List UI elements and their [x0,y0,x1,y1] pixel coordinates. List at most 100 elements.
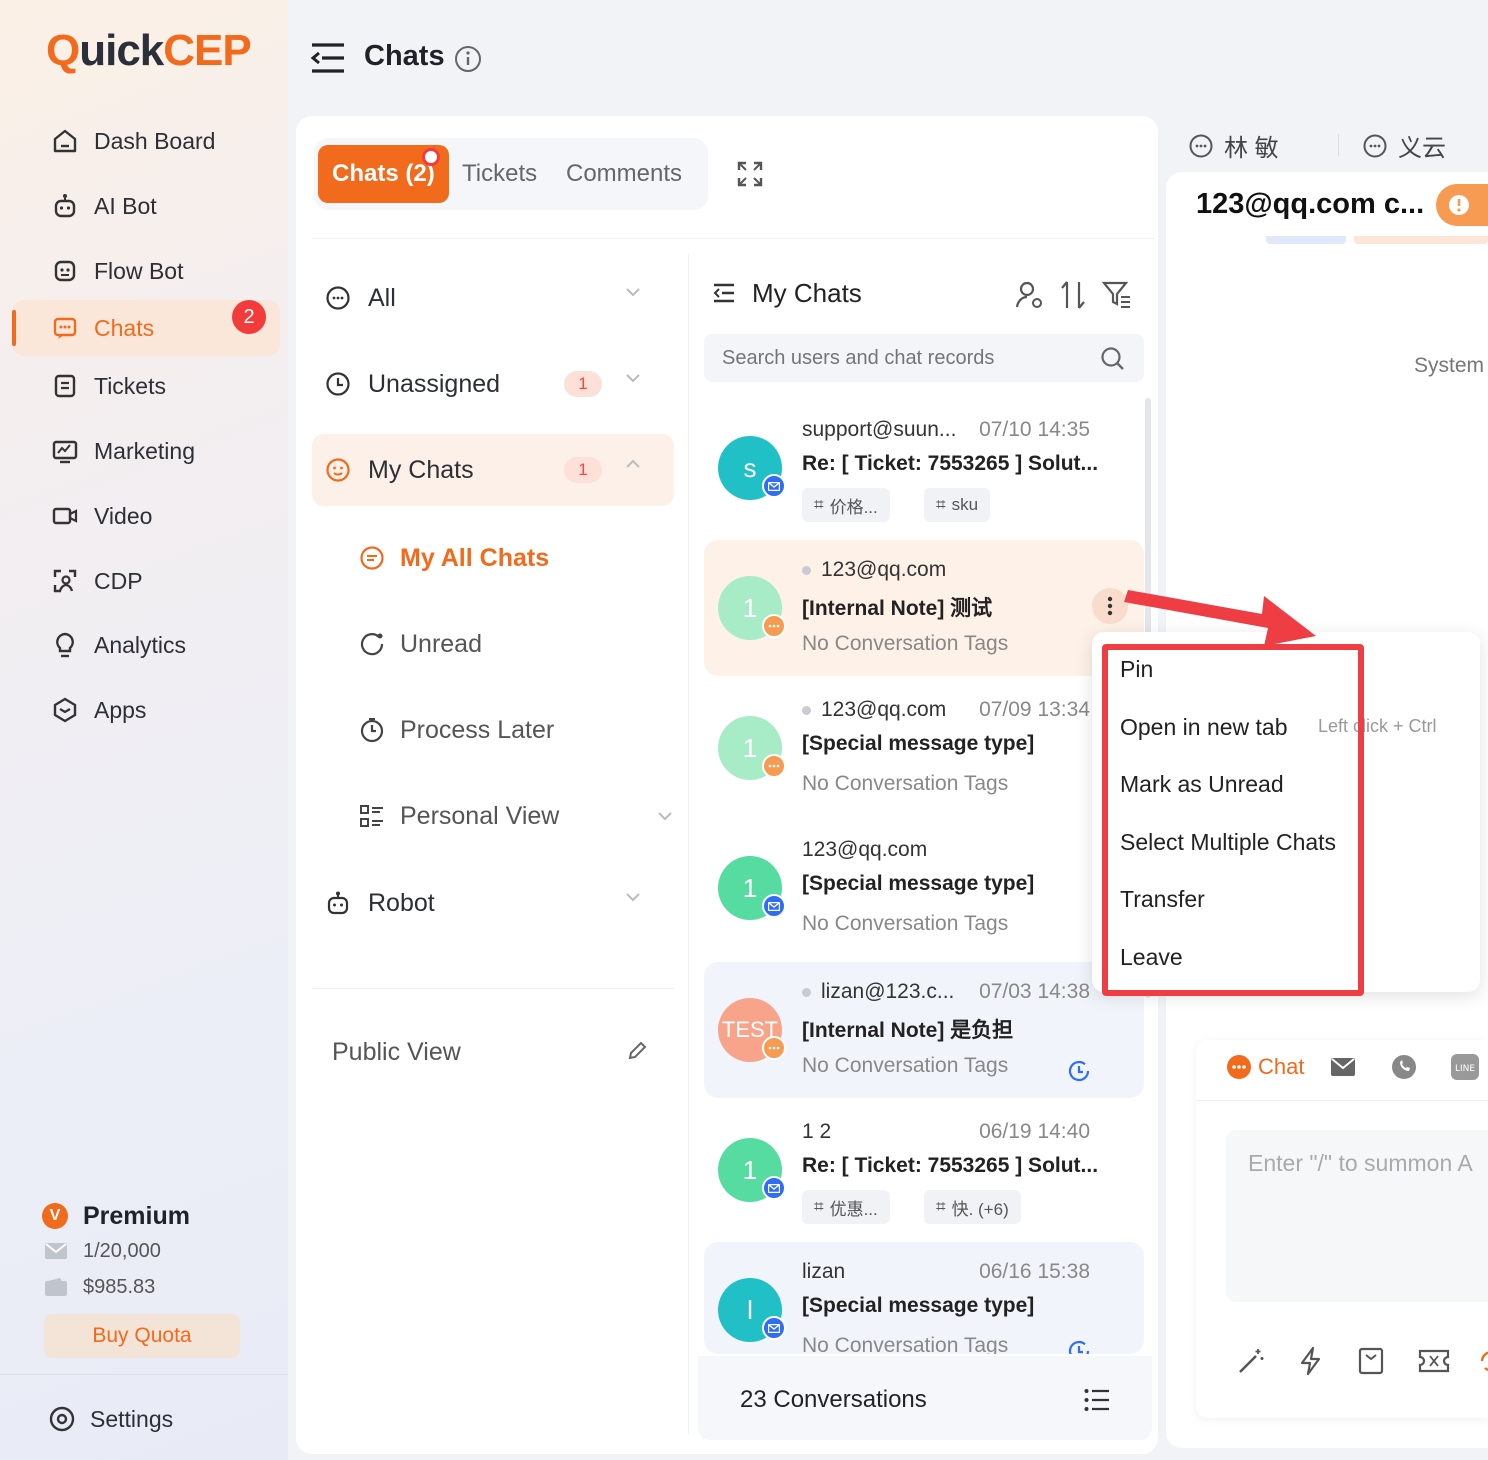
sidebar-item-label: Video [94,502,153,529]
last-message: [Special message type] [802,872,1035,895]
magic-wand-icon[interactable] [1236,1346,1266,1376]
chat-bubble-icon [1189,134,1213,157]
last-message: Re: [ Ticket: 7553265 ] Solut... [802,452,1099,475]
sidebar-item-marketing[interactable]: Marketing [12,423,280,479]
lightning-icon[interactable] [1298,1346,1324,1376]
divider [688,254,689,1434]
conversation-tags: No Conversation Tags [802,772,1009,795]
plan-quota: 1/20,000 [83,1240,161,1262]
channel-chat-tab[interactable]: Chat [1226,1054,1304,1080]
menu-toggle-icon[interactable] [310,42,346,74]
filter-my-chats[interactable]: My Chats 1 [312,434,674,506]
search-icon[interactable] [1100,346,1126,372]
buy-quota-button[interactable]: Buy Quota [44,1314,240,1358]
conversation-item-selected[interactable]: 1 123@qq.com [Internal Note] 测试 No Conve… [704,540,1144,676]
filter-my-all-chats[interactable]: My All Chats [358,528,549,588]
process-later-icon [1066,1058,1092,1084]
conversation-item[interactable]: 1 123@qq.com 07/09 13:34 [Special messag… [704,680,1144,816]
conversation-tags: No Conversation Tags [802,1054,1009,1077]
filter-personal-view[interactable]: Personal View [358,786,674,846]
search-input[interactable] [722,340,1082,376]
bookmark-icon[interactable] [1358,1346,1384,1376]
annotation-arrow [1124,590,1316,646]
collapse-list-icon[interactable] [712,283,736,303]
conversation-time: 07/10 14:35 [979,418,1090,441]
edit-icon[interactable] [626,1040,648,1062]
filter-unread[interactable]: Unread [358,614,482,674]
sidebar-item-tickets[interactable]: Tickets [12,358,280,414]
filter-label: My All Chats [400,543,550,572]
sidebar-item-flow-bot[interactable]: Flow Bot [12,243,280,299]
divider [312,238,1154,239]
tag-icon: ⌗ [814,495,824,514]
sidebar-item-label: Tickets [94,372,166,399]
filter-icon[interactable] [1102,280,1132,310]
contact-name-text: 123@qq.com [821,558,947,581]
robot-icon [50,191,80,221]
conversation-item[interactable]: s support@suun... 07/10 14:35 Re: [ Tick… [704,400,1144,536]
conversation-item[interactable]: l lizan 06/16 15:38 [Special message typ… [704,1242,1144,1354]
tag-pill: ⌗ 价格... [802,488,890,522]
sidebar-item-ai-bot[interactable]: AI Bot [12,178,280,234]
last-message: [Internal Note] 测试 [802,597,993,620]
divider [312,988,674,989]
refresh-icon[interactable] [1478,1346,1488,1376]
last-message: [Internal Note] 是负担 [802,1019,1014,1042]
whatsapp-icon[interactable] [1390,1053,1418,1081]
info-icon[interactable] [454,45,482,73]
annotation-highlight-box [1102,644,1364,996]
settings-link[interactable]: Settings [90,1406,173,1433]
sidebar-item-cdp[interactable]: CDP [12,553,280,609]
unread-icon [358,631,386,657]
email-channel-icon [762,474,786,498]
conversation-item[interactable]: 1 1 2 06/19 14:40 Re: [ Ticket: 7553265 … [704,1102,1144,1238]
timer-icon [358,717,386,743]
email-channel-icon [762,1316,786,1340]
sort-icon[interactable] [1060,280,1086,310]
tag-icon: ⌗ [814,1197,824,1216]
last-message: [Special message type] [802,1294,1035,1317]
alert-button[interactable] [1436,184,1488,226]
divider [0,1374,288,1375]
conversation-count: 23 Conversations [740,1386,927,1413]
filter-robot[interactable]: Robot [312,867,674,939]
tab-comments[interactable]: Comments [566,145,682,203]
tab-conversation-1[interactable]: 林 敏 [1188,128,1279,163]
list-settings-icon[interactable] [1084,1388,1110,1412]
chat-channel-icon [762,614,786,638]
conversation-item[interactable]: 1 123@qq.com [Special message type] No C… [704,820,1144,956]
user-assign-icon[interactable] [1014,280,1044,310]
tab-conversation-2[interactable]: 义云 [1362,128,1446,163]
tag-pill: ⌗ 快. (+6) [924,1190,1021,1224]
sidebar-item-video[interactable]: Video [12,488,280,544]
sidebar-item-dashboard[interactable]: Dash Board [12,113,280,169]
apps-icon [50,695,80,725]
ticket-icon[interactable] [1418,1348,1450,1374]
chat-channel-icon [762,754,786,778]
tag-label: 价格... [829,497,878,517]
sidebar-item-analytics[interactable]: Analytics [12,617,280,673]
plan-balance: $985.83 [83,1276,156,1298]
filter-all[interactable]: All [312,262,674,334]
chat-channel-icon [762,1036,786,1060]
filter-unassigned[interactable]: Unassigned 1 [312,348,674,420]
tag-strip [1354,236,1488,244]
chevron-down-icon [624,891,642,903]
filter-label: All [368,283,396,312]
filter-process-later[interactable]: Process Later [358,700,554,760]
email-channel-icon [762,1176,786,1200]
line-icon[interactable]: LINE [1450,1053,1480,1081]
conversation-time: 07/03 14:38 [979,980,1090,1003]
tab-tickets[interactable]: Tickets [462,145,537,203]
sidebar-item-apps[interactable]: Apps [12,682,280,738]
contact-name-text: lizan@123.c... [821,980,955,1003]
conversation-item[interactable]: TEST lizan@123.c... 07/03 14:38 [Interna… [704,962,1144,1098]
contact-name: 1 2 [802,1120,832,1143]
lightbulb-icon [50,630,80,660]
email-channel-icon[interactable] [1330,1057,1356,1077]
wallet-icon [44,1277,68,1297]
tag-label: 优惠... [829,1199,878,1219]
unassigned-count: 1 [564,371,602,397]
expand-icon[interactable] [736,160,764,188]
filter-label: Unassigned [368,369,501,398]
